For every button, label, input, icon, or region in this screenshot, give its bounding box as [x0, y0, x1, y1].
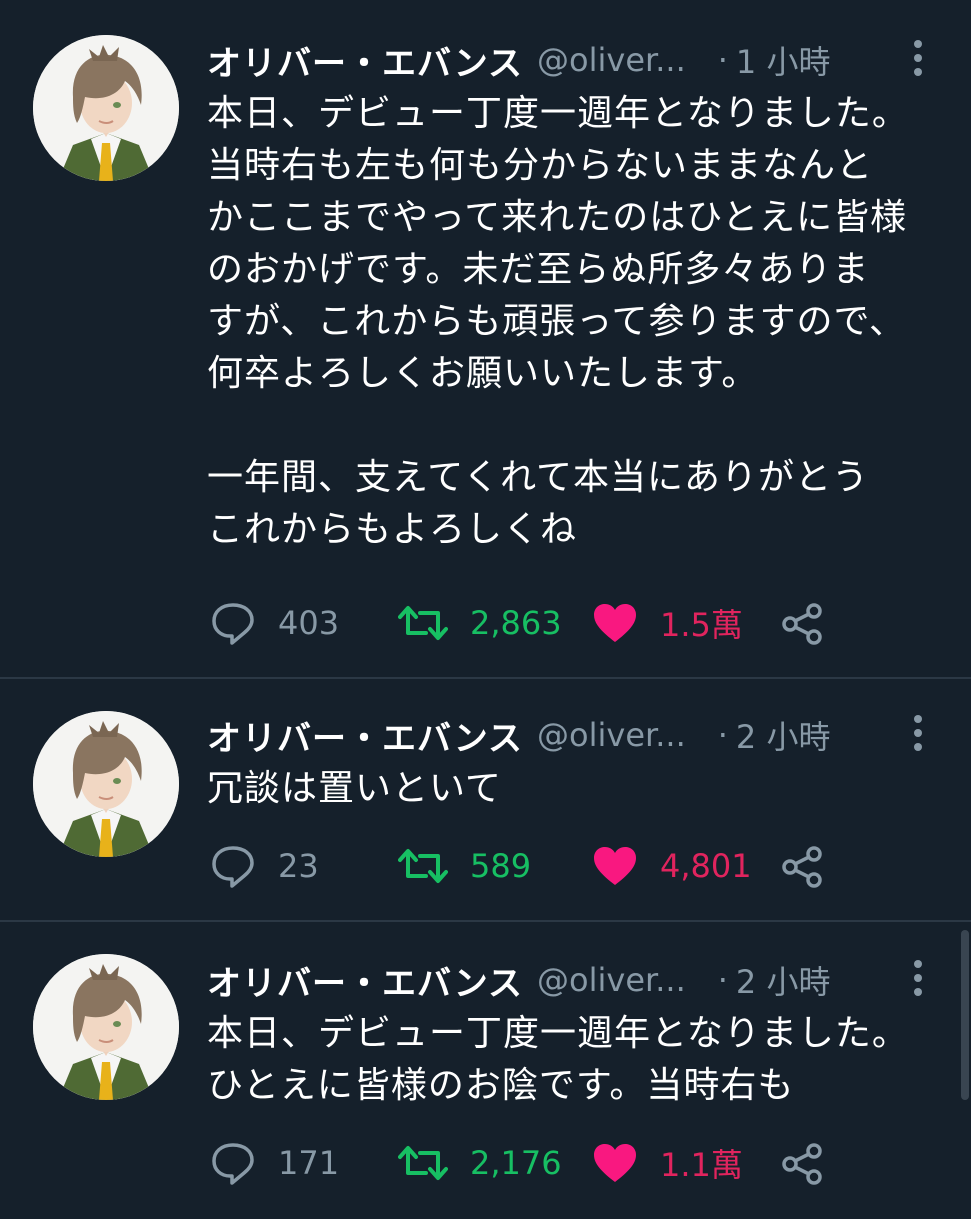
- like-count: 4,801: [660, 847, 752, 885]
- tweet-header: オリバー・エバンス @oliver... · 1 小時: [207, 34, 907, 86]
- retweet-arrows-icon: [398, 849, 448, 883]
- tweet-text: 冗談は置いといて: [207, 768, 502, 809]
- more-options-icon[interactable]: [906, 958, 930, 998]
- tweet[interactable]: オリバー・エバンス @oliver... · 1 小時 本日、デビュー丁度一週年…: [0, 0, 971, 676]
- like-button[interactable]: 4,801: [592, 841, 752, 891]
- heart-icon: [594, 1144, 636, 1182]
- tweet-text: 本日、デビュー丁度一週年となりました。 ひとえに皆様のお陰です。当時右も: [207, 1013, 909, 1106]
- heart-icon: [594, 847, 636, 885]
- separator-dot: ·: [717, 961, 728, 999]
- retweet-count: 589: [470, 847, 532, 885]
- reply-count: 171: [278, 1144, 340, 1182]
- like-button[interactable]: 1.5萬: [592, 598, 743, 648]
- action-bar: 403 2,863 1.5萬: [210, 598, 850, 648]
- like-count: 1.5萬: [660, 606, 743, 644]
- reply-button[interactable]: 23: [210, 841, 319, 891]
- reply-count: 23: [278, 847, 319, 885]
- speech-bubble-icon: [212, 846, 254, 888]
- avatar-portrait-icon: [33, 35, 179, 181]
- author-handle[interactable]: @oliver...: [537, 41, 686, 79]
- like-button[interactable]: 1.1萬: [592, 1138, 743, 1188]
- tweet-header: オリバー・エバンス @oliver... · 2 小時: [207, 954, 907, 1006]
- author-handle[interactable]: @oliver...: [537, 716, 686, 754]
- timeline: オリバー・エバンス @oliver... · 1 小時 本日、デビュー丁度一週年…: [0, 0, 971, 1219]
- author-name[interactable]: オリバー・エバンス: [207, 711, 523, 760]
- separator-dot: ·: [717, 41, 728, 79]
- like-count: 1.1萬: [660, 1146, 743, 1184]
- more-options-icon[interactable]: [906, 38, 930, 78]
- share-nodes-icon[interactable]: [780, 845, 824, 889]
- tweet[interactable]: オリバー・エバンス @oliver... · 2 小時 本日、デビュー丁度一週年…: [0, 922, 971, 1219]
- avatar[interactable]: [33, 711, 179, 857]
- more-options-icon[interactable]: [906, 713, 930, 753]
- action-bar: 23 589 4,801: [210, 841, 850, 891]
- reply-button[interactable]: 171: [210, 1138, 339, 1188]
- action-bar: 171 2,176 1.1萬: [210, 1138, 850, 1188]
- retweet-arrows-icon: [398, 1146, 448, 1180]
- author-handle[interactable]: @oliver...: [537, 961, 686, 999]
- reply-count: 403: [278, 604, 340, 642]
- heart-icon: [594, 604, 636, 642]
- tweet-text: 本日、デビュー丁度一週年となりました。 当時右も左も何も分からないままなんと か…: [207, 93, 909, 550]
- timestamp[interactable]: 2 小時: [736, 712, 831, 758]
- author-name[interactable]: オリバー・エバンス: [207, 36, 523, 85]
- share-nodes-icon[interactable]: [780, 1142, 824, 1186]
- retweet-button[interactable]: 589: [398, 841, 531, 891]
- timestamp[interactable]: 2 小時: [736, 957, 831, 1003]
- avatar[interactable]: [33, 954, 179, 1100]
- avatar-portrait-icon: [33, 954, 179, 1100]
- speech-bubble-icon: [212, 1143, 254, 1185]
- share-nodes-icon[interactable]: [780, 602, 824, 646]
- tweet[interactable]: オリバー・エバンス @oliver... · 2 小時 冗談は置いといて 23: [0, 679, 971, 919]
- separator-dot: ·: [717, 716, 728, 754]
- timestamp[interactable]: 1 小時: [736, 37, 831, 83]
- reply-button[interactable]: 403: [210, 598, 339, 648]
- author-name[interactable]: オリバー・エバンス: [207, 956, 523, 1005]
- retweet-button[interactable]: 2,863: [398, 598, 562, 648]
- speech-bubble-icon: [212, 603, 254, 645]
- avatar[interactable]: [33, 35, 179, 181]
- retweet-button[interactable]: 2,176: [398, 1138, 562, 1188]
- retweet-arrows-icon: [398, 606, 448, 640]
- scrollbar[interactable]: [961, 930, 969, 1100]
- retweet-count: 2,863: [470, 604, 562, 642]
- retweet-count: 2,176: [470, 1144, 562, 1182]
- avatar-portrait-icon: [33, 711, 179, 857]
- tweet-header: オリバー・エバンス @oliver... · 2 小時: [207, 709, 907, 761]
